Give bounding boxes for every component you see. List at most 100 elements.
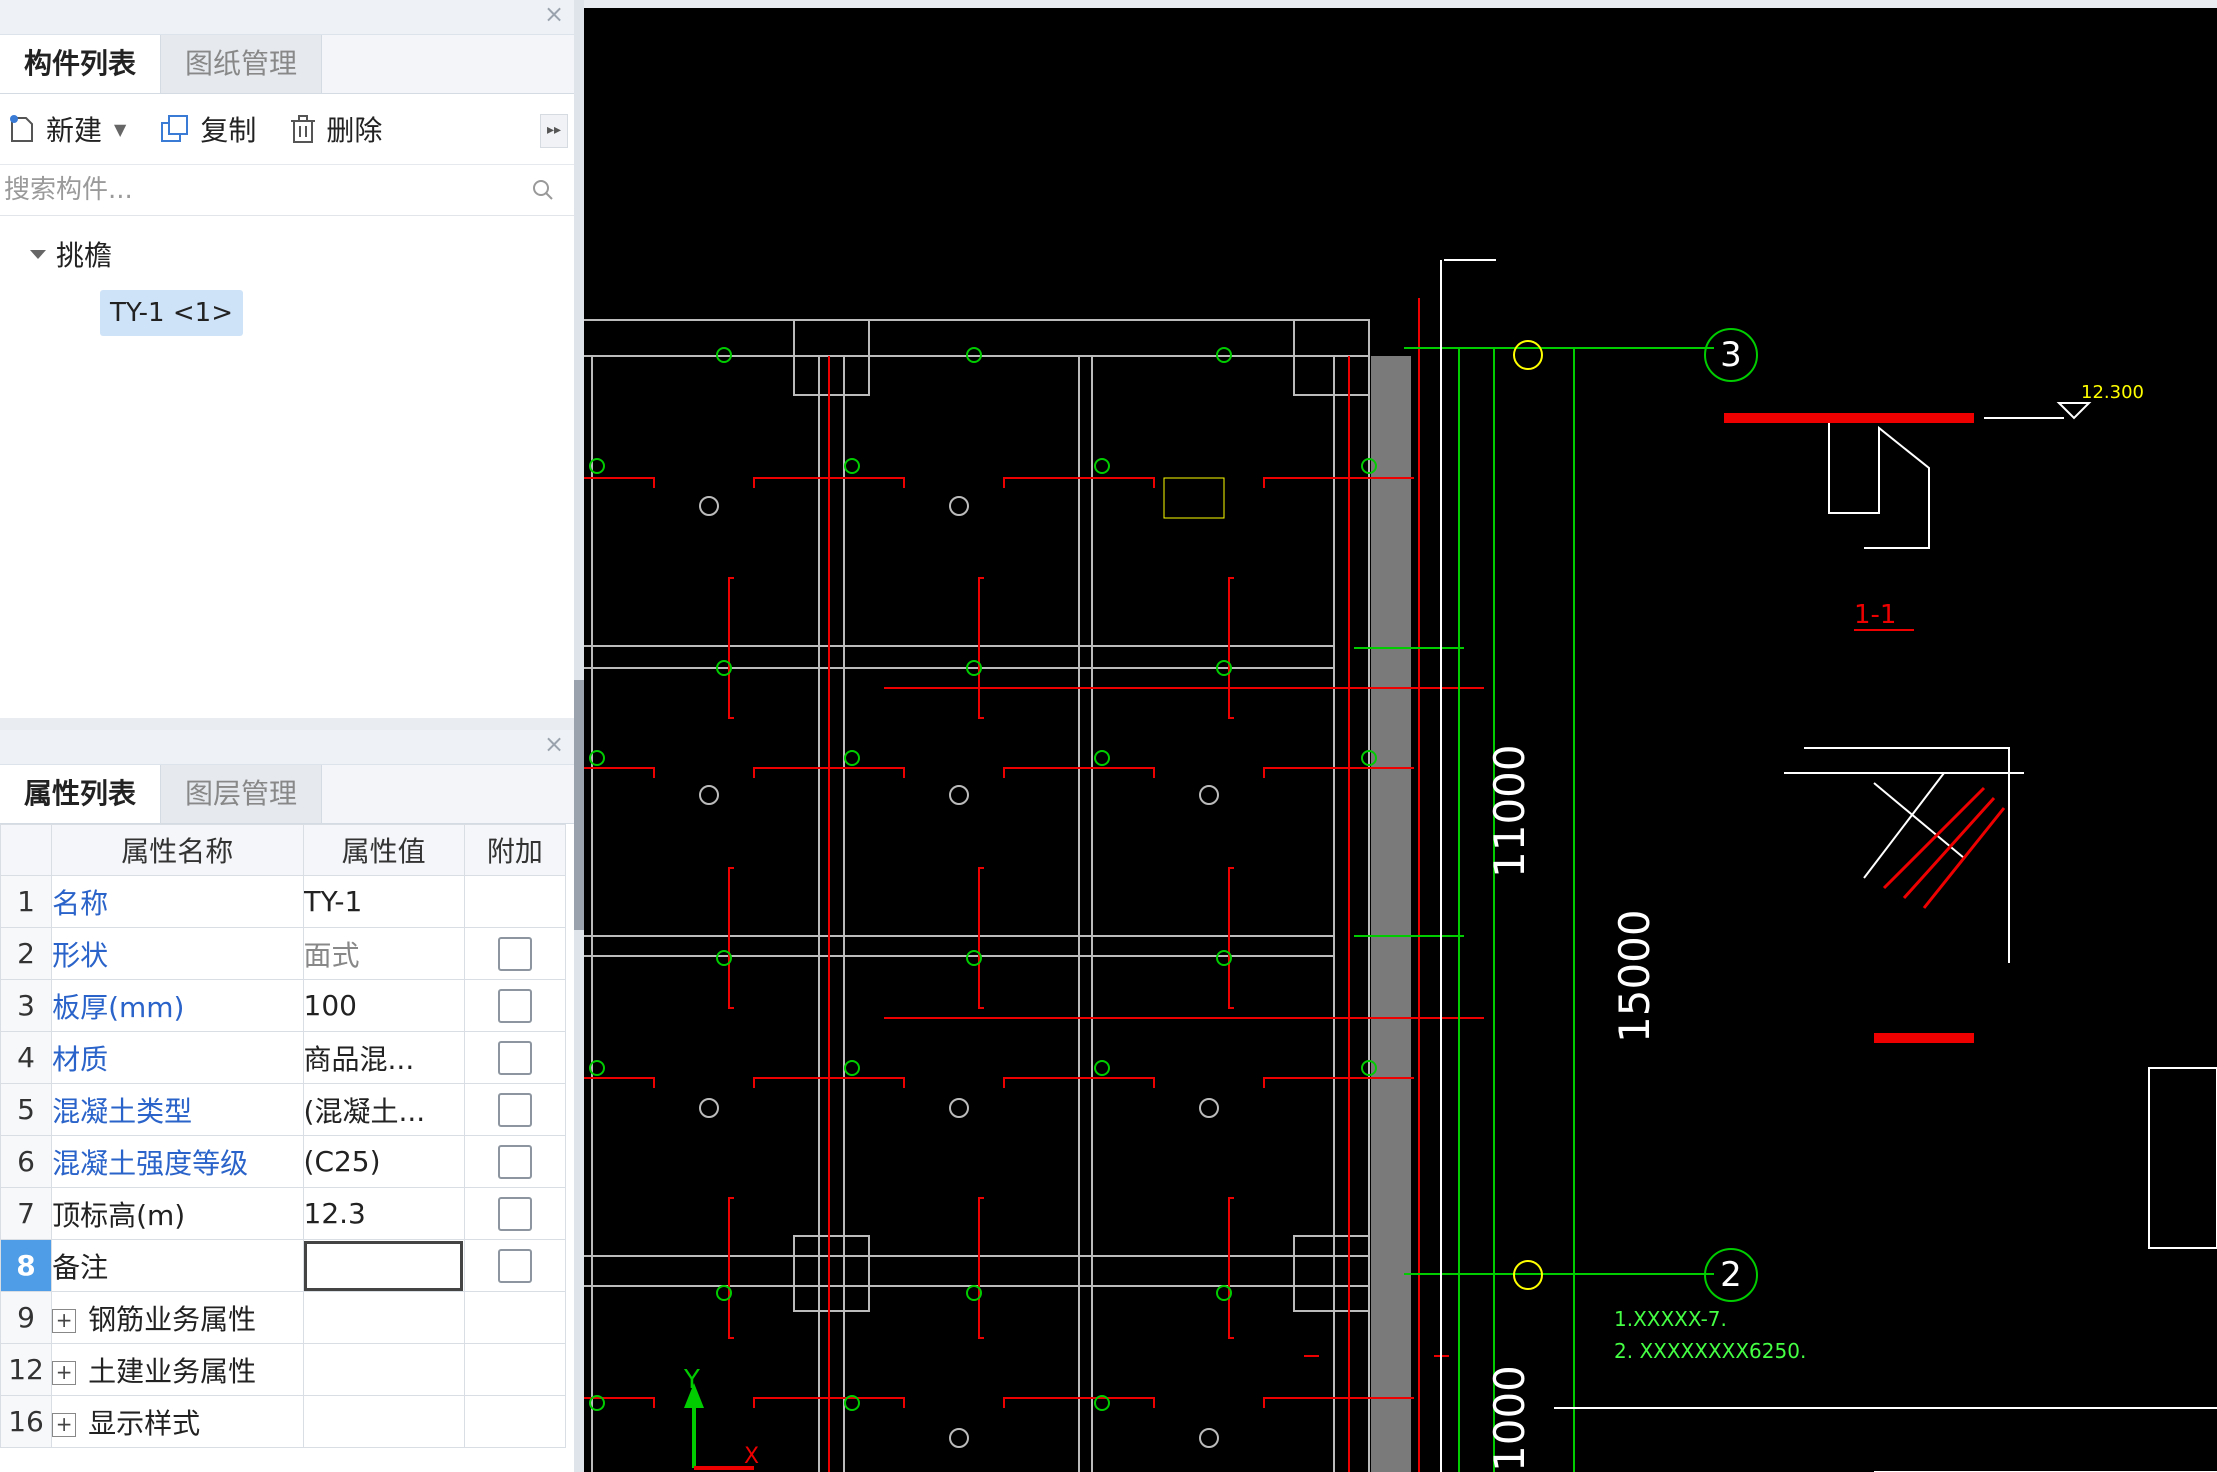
row-number: 7: [0, 1187, 53, 1240]
delete-label: 删除: [326, 114, 383, 147]
additional-checkbox[interactable]: [497, 989, 532, 1023]
new-button[interactable]: 新建 ▼: [6, 109, 126, 149]
additional-checkbox[interactable]: [497, 1041, 532, 1075]
expand-triangle-icon[interactable]: [30, 249, 46, 259]
remark-input[interactable]: [302, 1239, 465, 1292]
tab-component-list[interactable]: 构件列表: [0, 35, 161, 93]
search-icon[interactable]: [530, 177, 556, 203]
copy-label: 复制: [200, 114, 257, 147]
table-row[interactable]: 1 名称 TY-1: [0, 875, 567, 928]
property-value[interactable]: (混凝土...: [302, 1083, 465, 1136]
additional-cell: [463, 1187, 567, 1240]
panel-splitter[interactable]: [574, 0, 584, 1472]
group-label: 显示样式: [88, 1406, 201, 1440]
property-name: 顶标高(m): [51, 1187, 304, 1240]
expand-plus-icon[interactable]: +: [52, 1412, 77, 1437]
table-row[interactable]: 3 板厚(mm) 100: [0, 979, 567, 1032]
additional-cell: [463, 1343, 567, 1396]
close-icon[interactable]: ×: [542, 2, 566, 26]
note-line-2: 2. XXXXXXXX6250.: [1614, 1339, 1806, 1363]
property-value[interactable]: 商品混...: [302, 1031, 465, 1084]
grid-lines: [589, 328, 1758, 1472]
elevation-label: 12.300: [2081, 382, 2144, 403]
row-number: 6: [0, 1135, 53, 1188]
dimension-15000: 15000: [1610, 909, 1659, 1043]
wall-strip: [1371, 356, 1411, 1472]
row-number: 9: [0, 1291, 53, 1344]
property-name: 材质: [51, 1031, 304, 1084]
cad-drawing-canvas[interactable]: 3 2 11000 15000 1000 12.300 1-1 1.XXXXX-…: [584, 8, 2217, 1472]
property-tabs: 属性列表 图层管理: [0, 765, 574, 824]
property-value[interactable]: TY-1: [302, 875, 465, 928]
additional-checkbox[interactable]: [497, 1197, 532, 1231]
row-number: 16: [0, 1395, 53, 1448]
delete-button[interactable]: 删除: [288, 109, 382, 149]
splitter-handle[interactable]: [574, 680, 584, 930]
ucs-axis-icon: Y X: [683, 1365, 759, 1470]
property-value[interactable]: 12.3: [302, 1187, 465, 1240]
section-1-1-detail: 12.300 1-1: [1724, 382, 2144, 631]
table-row-selected[interactable]: 8 备注: [0, 1239, 567, 1292]
table-row[interactable]: 7 顶标高(m) 12.3: [0, 1187, 567, 1240]
dimension-11000: 11000: [1485, 744, 1534, 878]
property-name: 形状: [51, 927, 304, 980]
component-list-panel: × 构件列表 图纸管理 新建 ▼ 复制 删除 ▸▸ 搜索构件... 挑檐 TY-…: [0, 0, 574, 718]
row-number: 3: [0, 979, 53, 1032]
table-header: 属性名称 属性值 附加: [0, 824, 567, 876]
additional-cell: [463, 875, 567, 928]
joint-detail: [1784, 747, 2024, 1043]
property-name: 混凝土强度等级: [51, 1135, 304, 1188]
property-name-header: 属性名称: [51, 824, 304, 876]
chevron-down-icon[interactable]: ▼: [114, 120, 126, 139]
additional-checkbox[interactable]: [497, 1249, 532, 1283]
dimension-1000: 1000: [1485, 1365, 1534, 1472]
tree-group-label: 挑檐: [56, 239, 113, 272]
expand-plus-icon[interactable]: +: [52, 1308, 77, 1333]
copy-icon: [161, 115, 189, 142]
additional-cell: [463, 927, 567, 980]
row-number-header: [0, 824, 53, 876]
property-group-name: + 土建业务属性: [51, 1343, 304, 1396]
tab-property-list[interactable]: 属性列表: [0, 765, 161, 823]
additional-checkbox[interactable]: [497, 937, 532, 971]
property-value[interactable]: 面式: [302, 927, 465, 980]
additional-checkbox[interactable]: [497, 1145, 532, 1179]
slab-annotation: [1163, 477, 1225, 519]
property-table: 属性名称 属性值 附加 1 名称 TY-1 2 形状 面式 3 板厚(mm) 1…: [0, 824, 567, 1448]
note-line-1: 1.XXXXX-7.: [1614, 1307, 1727, 1331]
property-name: 混凝土类型: [51, 1083, 304, 1136]
table-row[interactable]: 2 形状 面式: [0, 927, 567, 980]
cad-drawing: 3 2 11000 15000 1000 12.300 1-1 1.XXXXX-…: [584, 259, 2217, 1472]
additional-cell: [463, 1291, 567, 1344]
property-name: 名称: [51, 875, 304, 928]
additional-checkbox[interactable]: [497, 1093, 532, 1127]
tree-group-canopy[interactable]: 挑檐: [0, 232, 574, 276]
search-input[interactable]: [0, 165, 506, 215]
new-file-icon: [10, 115, 33, 142]
anchor-symbols: [699, 496, 1219, 1448]
tab-layer-management[interactable]: 图层管理: [161, 765, 322, 823]
close-icon[interactable]: ×: [542, 732, 566, 756]
property-value[interactable]: 100: [302, 979, 465, 1032]
axis-label-3: 3: [1720, 335, 1742, 375]
component-toolbar: 新建 ▼ 复制 删除 ▸▸: [0, 94, 574, 165]
section-label: 1-1: [1854, 600, 1896, 630]
table-row-group[interactable]: 12 + 土建业务属性: [0, 1343, 567, 1396]
axis-x-label: X: [744, 1444, 759, 1469]
property-value[interactable]: (C25): [302, 1135, 465, 1188]
rebar-lines: [584, 298, 1484, 1472]
table-row-group[interactable]: 16 + 显示样式: [0, 1395, 567, 1448]
table-row[interactable]: 6 混凝土强度等级 (C25): [0, 1135, 567, 1188]
tab-drawing-management[interactable]: 图纸管理: [161, 35, 322, 93]
property-name: 备注: [51, 1239, 304, 1292]
new-label: 新建: [46, 114, 103, 147]
copy-button[interactable]: 复制: [158, 109, 256, 149]
tree-item-ty1[interactable]: TY-1 <1>: [100, 290, 243, 336]
table-row[interactable]: 4 材质 商品混...: [0, 1031, 567, 1084]
row-number: 8: [0, 1239, 53, 1292]
more-tools-icon[interactable]: ▸▸: [540, 114, 568, 148]
additional-cell: [463, 1239, 567, 1292]
expand-plus-icon[interactable]: +: [52, 1360, 77, 1385]
table-row[interactable]: 5 混凝土类型 (混凝土...: [0, 1083, 567, 1136]
table-row-group[interactable]: 9 + 钢筋业务属性: [0, 1291, 567, 1344]
